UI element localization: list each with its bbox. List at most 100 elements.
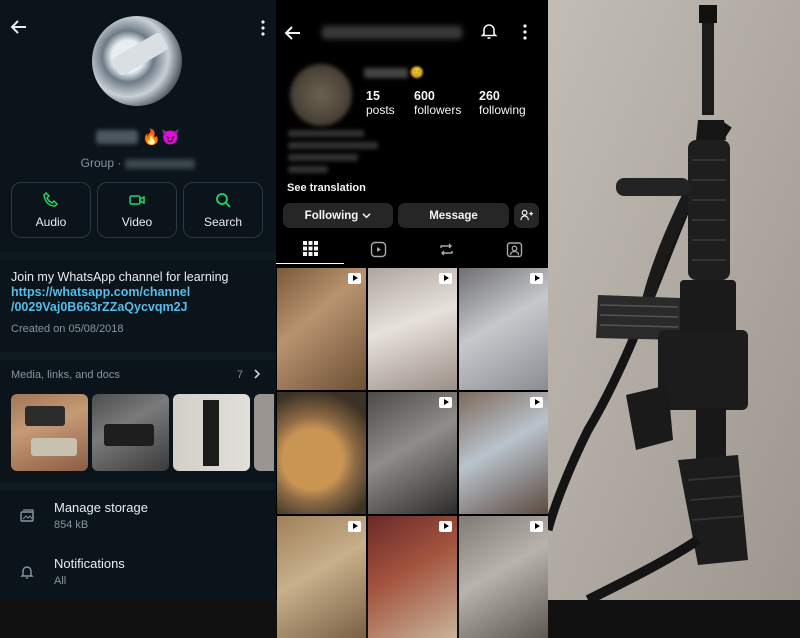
tab-posts-grid[interactable] <box>276 234 344 264</box>
back-arrow-icon[interactable] <box>10 18 28 36</box>
channel-link-line-2[interactable]: /0029Vaj0B663rZZaQycvqm2J <box>11 300 266 315</box>
following-label: following <box>479 103 526 117</box>
audio-label: Audio <box>35 215 67 229</box>
media-thumbnails <box>11 394 274 471</box>
reels-icon <box>370 241 386 257</box>
following-stat[interactable]: 260 following <box>479 89 526 117</box>
see-translation-link[interactable]: See translation <box>287 182 366 194</box>
tab-tagged[interactable] <box>480 234 548 264</box>
reel-icon <box>530 273 543 284</box>
notifications-title: Notifications <box>54 556 125 571</box>
storage-icon <box>20 509 34 522</box>
section-divider <box>0 352 276 360</box>
notifications-setting: All <box>54 575 67 587</box>
followers-count: 600 <box>414 89 435 103</box>
reel-icon <box>439 521 452 532</box>
media-count[interactable]: 7 <box>237 369 262 381</box>
profile-tabs <box>276 234 548 264</box>
post-thumbnail[interactable] <box>459 392 548 514</box>
reel-icon <box>439 273 452 284</box>
post-thumbnail[interactable] <box>277 516 366 638</box>
media-links-docs-header[interactable]: Media, links, and docs <box>11 369 120 381</box>
media-thumbnail[interactable] <box>173 394 250 471</box>
media-thumbnail[interactable] <box>11 394 88 471</box>
add-person-icon <box>520 209 533 221</box>
suggest-people-button[interactable] <box>514 203 539 228</box>
rifle-illustration <box>548 0 800 600</box>
rifle-photo <box>548 0 800 600</box>
phone-icon <box>43 191 59 207</box>
manage-storage-title: Manage storage <box>54 500 148 515</box>
notification-bell-icon[interactable] <box>480 22 498 40</box>
reel-icon <box>530 397 543 408</box>
posts-stat[interactable]: 15 posts <box>366 89 395 117</box>
following-button[interactable]: Following <box>283 203 393 228</box>
channel-link-line-1[interactable]: https://whatsapp.com/channel <box>11 285 266 300</box>
video-icon <box>129 195 145 205</box>
reel-icon <box>348 273 361 284</box>
message-button[interactable]: Message <box>398 203 509 228</box>
group-label: Group · <box>80 156 122 170</box>
tagged-icon <box>506 241 522 257</box>
group-description: Join my WhatsApp channel for learning ht… <box>11 270 266 315</box>
manage-storage-size: 854 kB <box>54 519 89 531</box>
screenshot-collage: 🔥😈 Group · Audio Video Search Join my Wh… <box>0 0 800 638</box>
video-call-button[interactable]: Video <box>97 182 177 238</box>
chevron-right-icon <box>254 369 261 379</box>
post-thumbnail[interactable] <box>368 516 457 638</box>
manage-storage-row[interactable]: Manage storage 854 kB <box>0 500 276 550</box>
posts-count: 15 <box>366 89 380 103</box>
notifications-row[interactable]: Notifications All <box>0 556 276 606</box>
section-divider <box>0 252 276 260</box>
followers-label: followers <box>414 103 462 117</box>
following-button-label: Following <box>304 209 359 222</box>
post-thumbnail[interactable] <box>277 392 366 514</box>
message-button-label: Message <box>429 209 478 222</box>
group-name-emoji: 🔥😈 <box>142 129 180 147</box>
bell-icon <box>20 566 34 579</box>
posts-label: posts <box>366 103 395 117</box>
reel-icon <box>439 397 452 408</box>
section-divider <box>0 482 276 490</box>
blurred-username <box>322 26 462 39</box>
post-thumbnail[interactable] <box>368 268 457 390</box>
post-thumbnail[interactable] <box>459 268 548 390</box>
group-name: 🔥😈 <box>0 128 276 146</box>
tab-reposts[interactable] <box>412 234 480 264</box>
more-options-icon[interactable] <box>522 24 528 40</box>
reel-icon <box>348 521 361 532</box>
profile-picture[interactable] <box>290 64 352 126</box>
followers-stat[interactable]: 600 followers <box>414 89 461 117</box>
blurred-display-name <box>364 68 408 78</box>
display-name-emoji: 😊 <box>410 67 424 79</box>
posts-grid <box>277 268 548 638</box>
more-options-icon[interactable] <box>260 20 266 36</box>
description-text: Join my WhatsApp channel for learning <box>11 270 229 284</box>
created-date: Created on 05/08/2018 <box>11 323 124 335</box>
reel-icon <box>530 521 543 532</box>
media-thumbnail[interactable] <box>92 394 169 471</box>
search-label: Search <box>203 215 243 229</box>
repost-icon <box>439 243 453 255</box>
blurred-member-count <box>125 158 196 169</box>
chevron-down-icon <box>362 213 371 219</box>
back-arrow-icon[interactable] <box>284 24 302 42</box>
search-icon <box>216 193 231 208</box>
media-thumbnail[interactable] <box>254 394 274 471</box>
post-thumbnail[interactable] <box>277 268 366 390</box>
audio-call-button[interactable]: Audio <box>11 182 91 238</box>
media-count-value: 7 <box>236 369 243 381</box>
blurred-group-name <box>96 130 139 145</box>
group-subtitle: Group · <box>0 156 276 170</box>
post-thumbnail[interactable] <box>368 392 457 514</box>
post-thumbnail[interactable] <box>459 516 548 638</box>
tab-reels[interactable] <box>344 234 412 264</box>
grid-icon <box>302 241 318 256</box>
instagram-profile-panel: 😊 15 posts 600 followers 260 following S… <box>276 0 548 638</box>
following-count: 260 <box>479 89 500 103</box>
whatsapp-group-info-panel: 🔥😈 Group · Audio Video Search Join my Wh… <box>0 0 276 600</box>
video-label: Video <box>121 215 153 229</box>
search-button[interactable]: Search <box>183 182 263 238</box>
blurred-bio <box>288 130 378 178</box>
group-avatar[interactable] <box>92 16 182 106</box>
